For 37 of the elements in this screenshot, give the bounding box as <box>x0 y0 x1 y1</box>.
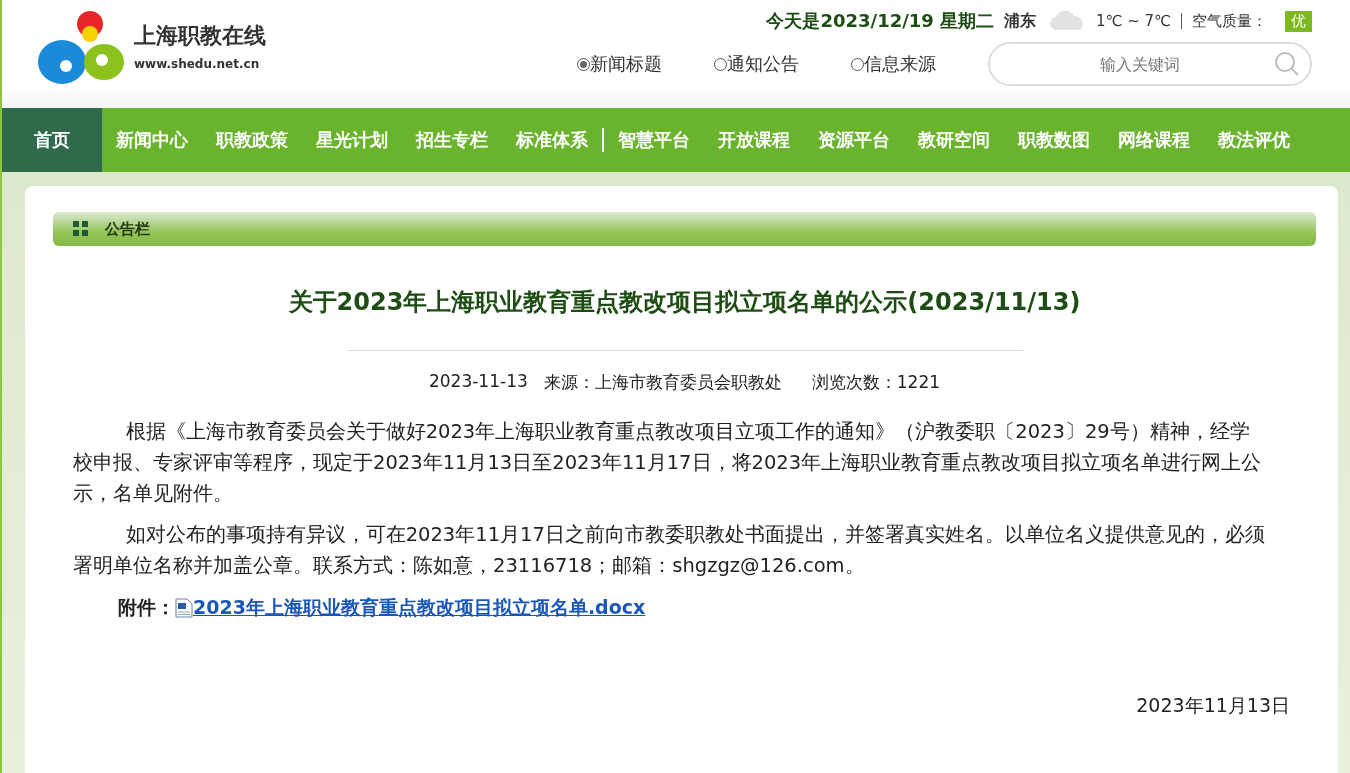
search-icon[interactable] <box>1274 51 1300 77</box>
nav-tab[interactable]: 开放课程 <box>704 108 804 172</box>
article-title: 关于2023年上海职业教育重点教改项目拟立项名单的公示(2023/11/13) <box>287 287 1082 318</box>
temperature-text: 1℃ ~ 7℃ <box>1096 12 1171 30</box>
grid-icon <box>73 221 89 237</box>
attachment-label: 附件： <box>118 595 175 620</box>
air-quality-label: 空气质量： <box>1192 11 1267 31</box>
search-scope-radio[interactable]: 新闻标题 <box>577 52 662 76</box>
nav-tab[interactable]: 智慧平台 <box>604 108 704 172</box>
nav-tab[interactable]: 新闻中心 <box>102 108 202 172</box>
site-name: 上海职教在线 <box>134 22 266 50</box>
nav-tab[interactable]: 教法评优 <box>1204 108 1304 172</box>
article-date: 2023-11-13 <box>428 371 528 393</box>
nav-tab[interactable]: 星光计划 <box>302 108 402 172</box>
nav-tab[interactable]: 资源平台 <box>804 108 904 172</box>
search-scope-radio[interactable]: 信息来源 <box>851 52 936 76</box>
panel-title: 公告栏 <box>105 219 150 239</box>
nav-tab[interactable]: 教研空间 <box>904 108 1004 172</box>
signature-date: 2023年11月13日 <box>1136 694 1290 716</box>
nav-tab[interactable]: 招生专栏 <box>402 108 502 172</box>
nav-tab[interactable]: 网络课程 <box>1104 108 1204 172</box>
document-icon <box>175 598 193 618</box>
article-paragraph: 根据《上海市教育委员会关于做好2023年上海职业教育重点教改项目立项工作的通知》（沪教委职〔2023〕29号）精神，经学校申报、专家评审等程序，现定于2023年11月13日至2023年11月17日，将2023年上海职业教育重点教改项目拟立项名单进行网上公示，名单见附件。 <box>72 419 1263 507</box>
nav-tab[interactable]: 职教数图 <box>1004 108 1104 172</box>
article-paragraph: 如对公布的事项持有异议，可在2023年11月17日之前向市教委职教处书面提出，并签署真实姓名。以单位名义提供意见的，必须署明单位名称并加盖公章。联系方式：陈如意，23116718；邮箱：shgzgz@126.com。 <box>72 522 1266 579</box>
view-count: 浏览次数：1221 <box>811 371 941 394</box>
site-url: www.shedu.net.cn <box>134 57 261 71</box>
nav-tab[interactable]: 职教政策 <box>202 108 302 172</box>
district-text: 浦东 <box>1004 10 1037 32</box>
search-field[interactable]: 输入关键词 <box>988 42 1312 86</box>
attachment-link[interactable]: 2023年上海职业教育重点教改项目拟立项名单.docx <box>193 595 646 621</box>
article-source: 来源：上海市教育委员会职教处 <box>543 371 782 394</box>
nav-tab[interactable]: 首页 <box>2 108 102 172</box>
nav-tab[interactable]: 标准体系 <box>502 108 602 172</box>
date-text: 今天是2023/12/19 星期二 <box>766 9 995 33</box>
air-quality-badge: 优 <box>1285 10 1312 32</box>
search-scope-radio[interactable]: 通知公告 <box>714 52 799 76</box>
